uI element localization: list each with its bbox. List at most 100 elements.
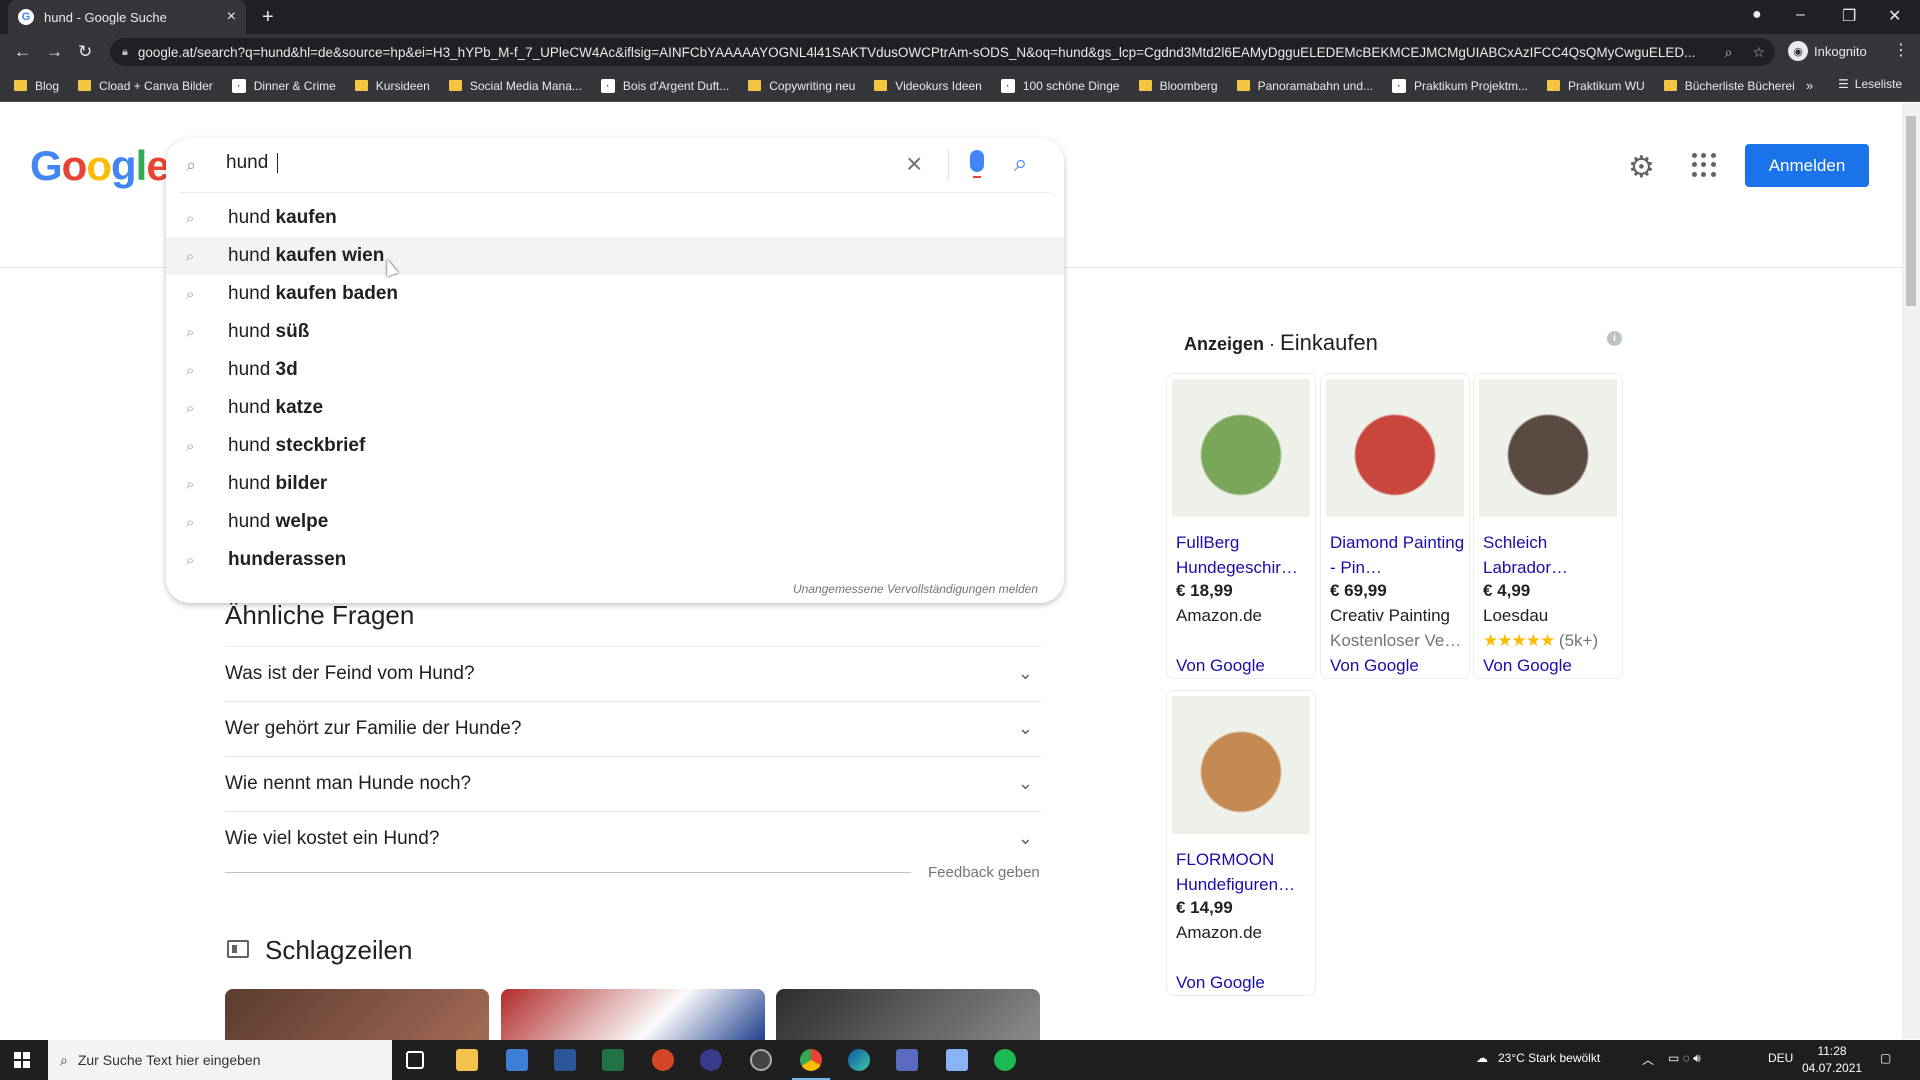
related-question[interactable]: Wer gehört zur Familie der Hunde? ⌄ — [225, 701, 1041, 755]
obs-icon[interactable] — [750, 1049, 772, 1071]
taskbar-clock[interactable]: 11:28 04.07.2021 — [1802, 1043, 1862, 1077]
spotify-icon[interactable] — [994, 1049, 1016, 1071]
chevron-down-icon[interactable]: ⌄ — [1018, 828, 1033, 849]
close-tab-icon[interactable]: × — [227, 8, 236, 26]
chevron-down-icon[interactable]: ⌄ — [1018, 663, 1033, 684]
product-card[interactable]: Diamond Painting - Pin… € 69,99 Creativ Pa… — [1320, 373, 1470, 679]
related-question[interactable]: Wie nennt man Hunde noch? ⌄ — [225, 756, 1041, 810]
bookmark-item[interactable]: Praktikum WU — [1547, 79, 1645, 93]
minimize-icon[interactable]: – — [1796, 6, 1805, 24]
report-autocomplete-link[interactable]: Unangemessene Vervollständigungen melden — [793, 582, 1038, 596]
app-icon[interactable] — [700, 1049, 722, 1071]
forward-icon[interactable]: → — [46, 42, 63, 62]
taskbar-search[interactable]: ⌕ Zur Suche Text hier eingeben — [48, 1040, 392, 1080]
product-title[interactable]: FullBerg Hundegeschir… — [1176, 530, 1312, 580]
chevron-down-icon[interactable]: ⌄ — [1018, 718, 1033, 739]
word-icon[interactable] — [554, 1049, 576, 1071]
more-bookmarks-icon[interactable]: » — [1806, 78, 1813, 93]
bookmark-item[interactable]: · 100 schöne Dinge — [1000, 78, 1120, 93]
product-image[interactable] — [1172, 379, 1310, 517]
bookmark-item[interactable]: · Dinner & Crime — [231, 78, 336, 93]
chevron-down-icon[interactable]: ⌄ — [1018, 773, 1033, 794]
google-apps-icon[interactable] — [1692, 153, 1716, 177]
incognito-indicator[interactable]: ◉ Inkognito — [1788, 41, 1867, 61]
product-card[interactable]: Schleich Labrador… € 4,99 Loesdau ★★★★★ (5k… — [1473, 373, 1623, 679]
suggestion-item[interactable]: ⌕ hund bilder — [166, 465, 1064, 503]
feedback-link[interactable]: Feedback geben — [928, 864, 1040, 881]
related-question[interactable]: Was ist der Feind vom Hund? ⌄ — [225, 646, 1041, 700]
search-input[interactable]: hund — [226, 152, 278, 174]
suggestion-item[interactable]: ⌕ hund kaufen baden — [166, 275, 1064, 313]
product-title[interactable]: Diamond Painting - Pin… — [1330, 530, 1466, 580]
bookmark-item[interactable]: · Praktikum Projektm... — [1392, 78, 1528, 93]
product-card[interactable]: FLORMOON Hundefiguren… € 14,99 Amazon.de Vo… — [1166, 690, 1316, 996]
von-google-link[interactable]: Von Google — [1176, 656, 1265, 676]
bookmark-item[interactable]: Panoramabahn und... — [1236, 79, 1373, 93]
weather-icon[interactable]: ☁ — [1476, 1051, 1488, 1065]
bookmark-item[interactable]: Kursideen — [354, 79, 430, 93]
related-question[interactable]: Wie viel kostet ein Hund? ⌄ — [225, 811, 1041, 865]
settings-gear-icon[interactable]: ⚙ — [1628, 150, 1655, 185]
bookmark-item[interactable]: Videokurs Ideen — [874, 79, 982, 93]
suggestion-item[interactable]: ⌕ hunderassen — [166, 541, 1064, 579]
address-bar[interactable]: 🔒︎ google.at/search?q=hund&hl=de&source=… — [110, 38, 1775, 66]
app-icon[interactable] — [896, 1049, 918, 1071]
back-icon[interactable]: ← — [14, 42, 31, 62]
suggestion-item[interactable]: ⌕ hund katze — [166, 389, 1064, 427]
scrollbar-thumb[interactable] — [1906, 116, 1916, 306]
ad-info-icon[interactable]: i — [1607, 331, 1622, 346]
browser-menu-icon[interactable]: ⋮ — [1893, 40, 1909, 60]
bookmark-item[interactable]: Cload + Canva Bilder — [78, 79, 213, 93]
url-text[interactable]: google.at/search?q=hund&hl=de&source=hp&… — [138, 45, 1715, 60]
news-thumbnail[interactable] — [501, 989, 765, 1040]
suggestion-item[interactable]: ⌕ hund welpe — [166, 503, 1064, 541]
von-google-link[interactable]: Von Google — [1176, 973, 1265, 993]
suggestion-item[interactable]: ⌕ hund süß — [166, 313, 1064, 351]
von-google-link[interactable]: Von Google — [1483, 656, 1572, 676]
edge-icon[interactable] — [848, 1049, 870, 1071]
file-explorer-icon[interactable] — [456, 1049, 478, 1071]
suggestion-item[interactable]: ⌕ hund steckbrief — [166, 427, 1064, 465]
weather-text[interactable]: 23°C Stark bewölkt — [1498, 1051, 1600, 1065]
suggestion-item[interactable]: ⌕ hund 3d — [166, 351, 1064, 389]
browser-tab[interactable]: G hund - Google Suche × — [8, 0, 246, 34]
chrome-icon[interactable] — [800, 1049, 822, 1071]
bookmark-item[interactable]: Copywriting neu — [748, 79, 855, 93]
signin-button[interactable]: Anmelden — [1745, 144, 1869, 187]
notifications-icon[interactable]: ▢ — [1880, 1051, 1891, 1065]
tray-overflow-icon[interactable]: ︿ — [1642, 1051, 1654, 1068]
excel-icon[interactable] — [602, 1049, 624, 1071]
bookmark-item[interactable]: Social Media Mana... — [448, 79, 582, 93]
von-google-link[interactable]: Von Google — [1330, 656, 1419, 676]
voice-search-mic-icon[interactable] — [970, 150, 984, 178]
news-thumbnail[interactable] — [225, 989, 489, 1040]
powerpoint-icon[interactable] — [652, 1049, 674, 1071]
product-title[interactable]: FLORMOON Hundefiguren… — [1176, 847, 1312, 897]
restore-icon[interactable]: ❐ — [1842, 6, 1856, 26]
tray-icons[interactable]: ▭ ◌ 🔊︎ — [1668, 1051, 1701, 1066]
task-view-icon[interactable] — [406, 1051, 424, 1069]
news-thumbnail[interactable] — [776, 989, 1040, 1040]
product-image[interactable] — [1326, 379, 1464, 517]
bookmark-item[interactable]: · Bois d'Argent Duft... — [600, 78, 729, 93]
suggestion-item[interactable]: ⌕ hund kaufen — [166, 199, 1064, 237]
profile-icon[interactable]: ● — [1752, 6, 1762, 24]
product-title[interactable]: Schleich Labrador… — [1483, 530, 1619, 580]
bookmark-star-icon[interactable]: ☆ — [1752, 44, 1765, 61]
google-logo[interactable]: Google — [30, 142, 170, 190]
mail-icon[interactable] — [506, 1049, 528, 1071]
app-icon[interactable] — [946, 1049, 968, 1071]
zoom-icon[interactable]: ⌕ — [1725, 44, 1733, 61]
reading-list-button[interactable]: ☰ Leseliste — [1838, 77, 1902, 91]
new-tab-button[interactable]: + — [262, 6, 274, 29]
reload-icon[interactable]: ↻ — [78, 42, 92, 62]
keyboard-language[interactable]: DEU — [1768, 1051, 1793, 1065]
close-window-icon[interactable]: ✕ — [1888, 6, 1901, 26]
bookmark-item[interactable]: Bücherliste Bücherei — [1663, 79, 1795, 93]
clear-search-icon[interactable]: × — [906, 148, 922, 180]
bookmark-item[interactable]: Blog — [14, 79, 59, 93]
product-card[interactable]: FullBerg Hundegeschir… € 18,99 Amazon.de Vo… — [1166, 373, 1316, 679]
windows-start-icon[interactable] — [14, 1052, 30, 1068]
suggestion-item[interactable]: ⌕ hund kaufen wien — [166, 237, 1064, 275]
product-image[interactable] — [1172, 696, 1310, 834]
